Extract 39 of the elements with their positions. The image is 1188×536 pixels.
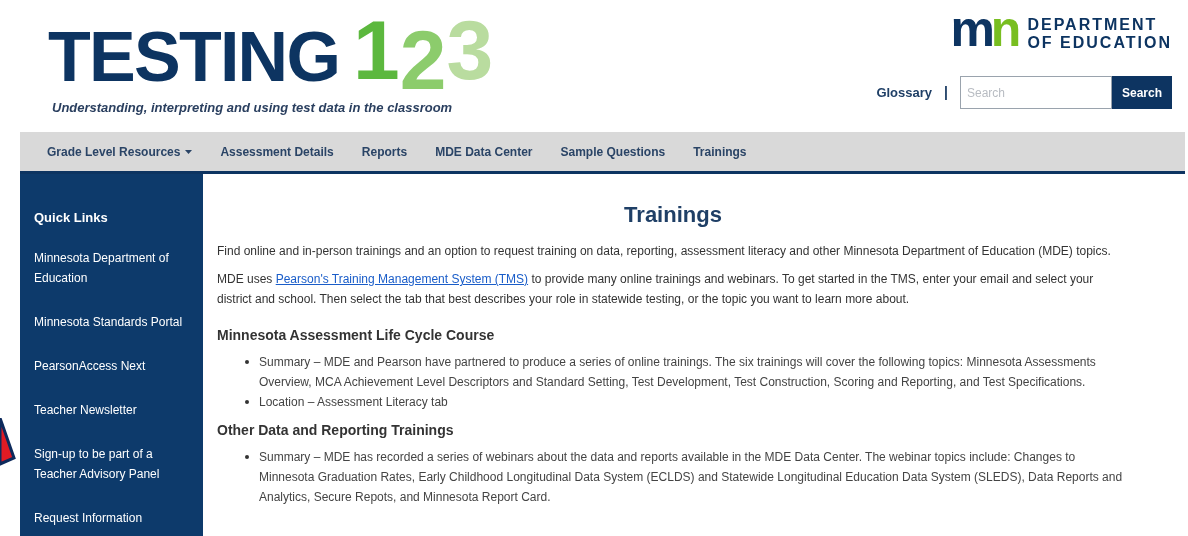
glossary-link[interactable]: Glossary <box>876 82 933 103</box>
nav-link[interactable]: MDE Data Center <box>435 142 533 161</box>
nav-link[interactable]: Grade Level Resources <box>47 142 193 161</box>
search-field[interactable]: Search <box>959 76 1112 109</box>
bullet-text: Location – Assessment Literacy tab <box>259 394 448 411</box>
nav-link[interactable]: Sample Questions <box>560 142 666 161</box>
sidebar-link[interactable]: Minnesota Standards Portal <box>34 311 189 332</box>
sidebar-link[interactable]: Request Information <box>34 507 189 528</box>
logo-digit: 3 <box>446 8 494 92</box>
sidebar-title: Quick Links <box>34 209 109 227</box>
agency-logo-letter: m <box>950 4 991 54</box>
page-title: Trainings <box>623 201 723 229</box>
logo-digit: 2 <box>399 18 447 102</box>
logo-digit: 1 <box>353 8 400 92</box>
caret-icon <box>185 149 193 154</box>
logo-wordmark: TESTING <box>48 22 340 92</box>
nav-link[interactable]: Trainings <box>693 142 747 161</box>
agency-name: OF EDUCATION <box>1027 34 1172 52</box>
sidebar-link[interactable]: PearsonAccess Next <box>34 355 189 376</box>
tms-link[interactable]: Pearson's Training Management System (TMS) <box>275 272 529 286</box>
search-button[interactable]: Search <box>1111 76 1172 109</box>
bullet-icon <box>245 400 249 404</box>
bullet-text: Summary – MDE has recorded a series of webinars about the data and reports available in the MDE Data Center. The webinar topics include: Changes to Minnesota Graduation Rates, Early Childhood Longitudinal Data System (ECLDS) and Statewide Longitudinal Education Data System (SLEDS), Data Reports and Analytics, Secure Repots, and Minnesota Report Card. <box>259 449 1124 506</box>
paragraph: Find online and in-person trainings and an option to request training on data, reporting, assessment literacy and other Minnesota Department of Education (MDE) topics. <box>217 243 1112 260</box>
annotation-arrow-drawing <box>0 418 16 466</box>
bullet-text: Summary – MDE and Pearson have partnered to produce a series of online trainings. The six trainings will cover the following topics: Minnesota Assessments Overview, MCA Achievement Level Descriptors and Standard Setting, Test Development, Test Construction, Scoring and Reporting, and Test Specifications. <box>259 354 1097 391</box>
separator: | <box>944 83 948 102</box>
sidebar-link[interactable]: Sign-up to be part of a Teacher Advisory Panel <box>34 443 189 484</box>
nav-link[interactable]: Assessment Details <box>220 142 334 161</box>
agency-name: DEPARTMENT <box>1027 16 1159 34</box>
section-heading: Minnesota Assessment Life Cycle Course <box>217 326 496 345</box>
sidebar-link[interactable]: Teacher Newsletter <box>34 399 189 420</box>
paragraph: MDE uses Pearson's Training Management System (TMS) to provide many online trainings and webinars. To get started in the TMS, enter your email and select your district and school. Then select the tab that best describes your role in statewide testing, or the topic you want to learn more about. <box>217 271 1095 308</box>
bullet-icon <box>245 455 249 459</box>
bullet-icon <box>245 360 249 364</box>
nav-link[interactable]: Reports <box>361 142 408 161</box>
sidebar-link[interactable]: Minnesota Department of Education <box>34 247 189 288</box>
section-heading: Other Data and Reporting Trainings <box>217 421 455 440</box>
logo-tagline: Understanding, interpreting and using test data in the classroom <box>52 99 454 117</box>
